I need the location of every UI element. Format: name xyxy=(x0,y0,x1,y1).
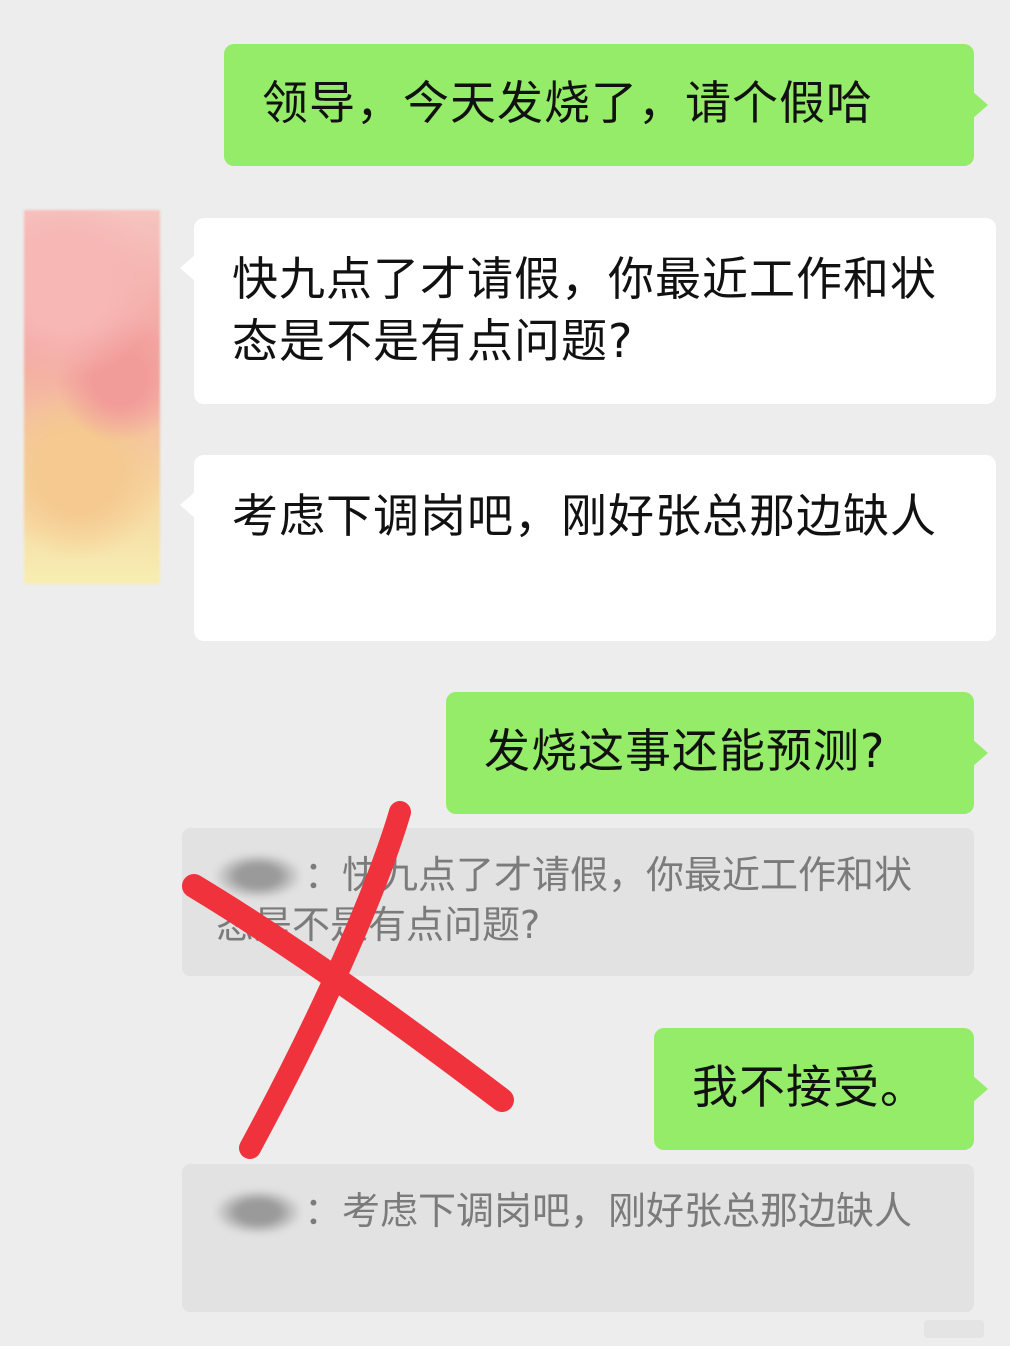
message-text: 发烧这事还能预测? xyxy=(484,724,886,778)
quoted-reply[interactable]: ：快九点了才请假，你最近工作和状态是不是有点问题? xyxy=(182,828,974,976)
my-message-bubble[interactable]: 发烧这事还能预测? xyxy=(446,692,988,814)
bubble-tail xyxy=(972,1075,988,1103)
bubble-tail xyxy=(972,739,988,767)
contact-avatar-blurred[interactable] xyxy=(24,210,160,584)
message-text: 我不接受。 xyxy=(692,1060,927,1114)
my-message-bubble[interactable]: 我不接受。 xyxy=(654,1028,988,1150)
their-message-bubble[interactable]: 快九点了才请假，你最近工作和状态是不是有点问题? xyxy=(180,218,996,404)
quoted-text: ：考虑下调岗吧，刚好张总那边缺人 xyxy=(304,1189,913,1233)
quoted-reply[interactable]: ：考虑下调岗吧，刚好张总那边缺人 xyxy=(182,1164,974,1312)
message-text: 考虑下调岗吧，刚好张总那边缺人 xyxy=(232,489,937,543)
message-text: 快九点了才请假，你最近工作和状态是不是有点问题? xyxy=(232,252,937,368)
my-message-bubble[interactable]: 领导，今天发烧了，请个假哈 xyxy=(224,44,988,166)
watermark xyxy=(924,1320,984,1338)
quoted-text: ：快九点了才请假，你最近工作和状态是不是有点问题? xyxy=(216,853,913,947)
bubble-tail xyxy=(180,254,196,282)
their-message-bubble[interactable]: 考虑下调岗吧，刚好张总那边缺人 xyxy=(180,455,996,641)
message-text: 领导，今天发烧了，请个假哈 xyxy=(262,76,873,130)
quoted-sender-name-blurred xyxy=(216,854,300,898)
bubble-tail xyxy=(972,91,988,119)
quoted-sender-name-blurred xyxy=(216,1190,300,1234)
bubble-tail xyxy=(180,491,196,519)
